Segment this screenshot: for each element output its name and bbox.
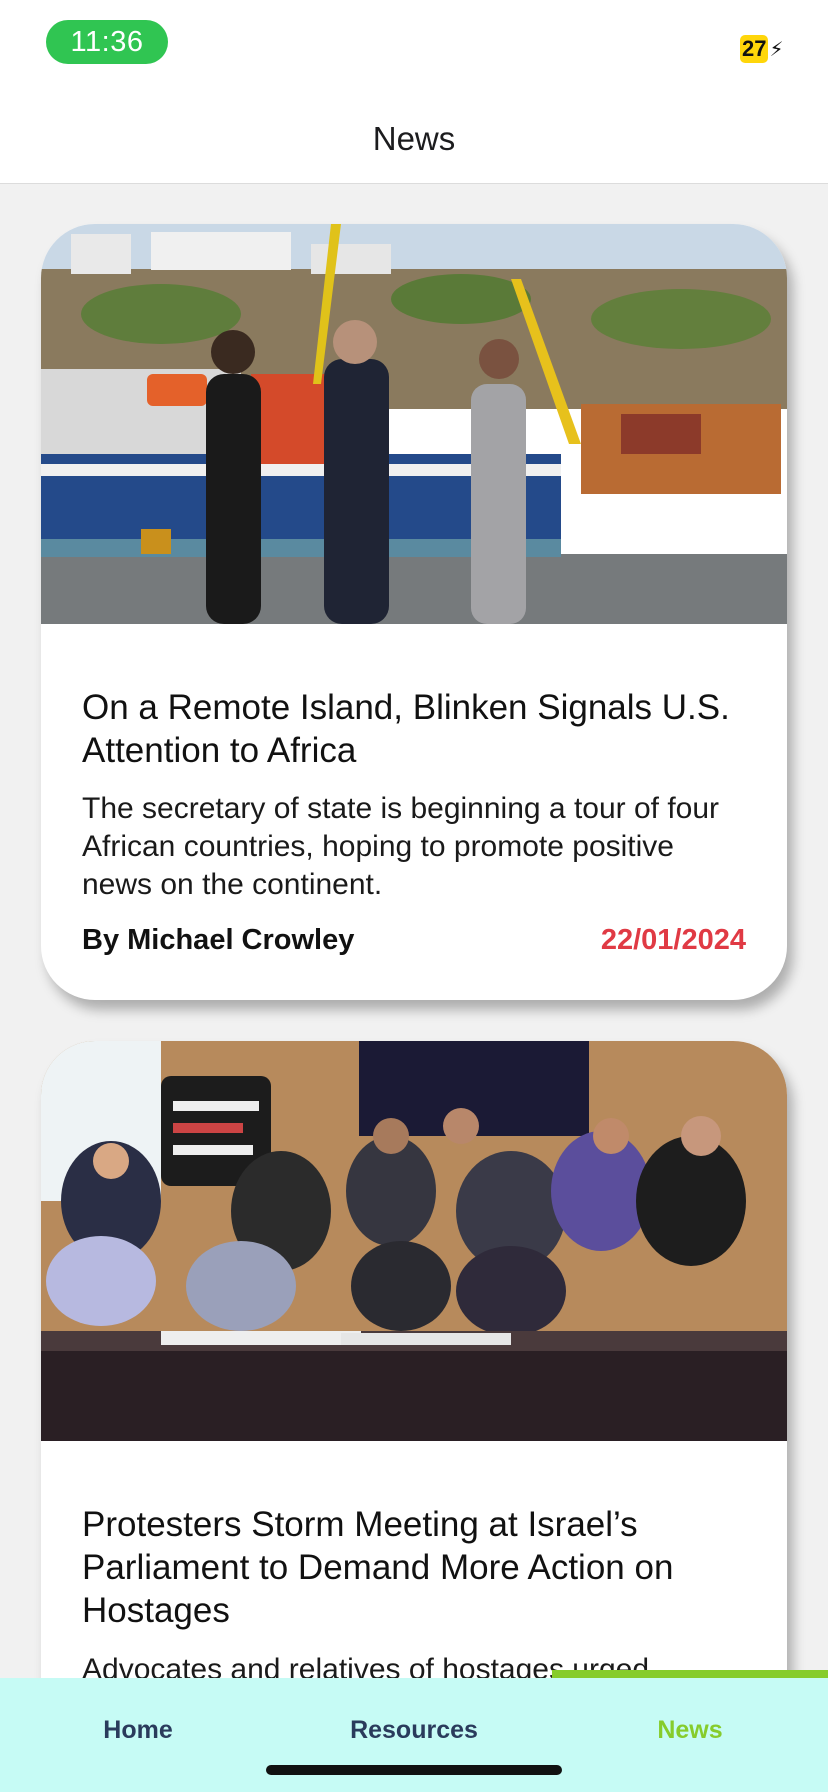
article-description: The secretary of state is beginning a to… — [82, 792, 720, 901]
page-title: News — [372, 120, 456, 157]
tab-news[interactable]: News — [552, 1716, 828, 1745]
article-title[interactable]: Protesters Storm Meeting at Israel’s Par… — [82, 1503, 752, 1632]
top-bar: 11:36 27 ⚡ News — [0, 0, 828, 184]
tab-home[interactable]: Home — [0, 1716, 276, 1745]
active-tab-indicator — [552, 1670, 828, 1678]
tab-resources[interactable]: Resources — [276, 1716, 552, 1745]
battery-level: 27 — [740, 35, 769, 63]
article-title[interactable]: On a Remote Island, Blinken Signals U.S.… — [82, 686, 752, 772]
article-image — [41, 1041, 787, 1441]
article-author: By Michael Crowley — [82, 924, 355, 956]
bolt-icon: ⚡ — [769, 38, 784, 61]
home-indicator[interactable] — [266, 1765, 562, 1775]
status-time: 11:36 — [46, 20, 168, 64]
news-card[interactable]: On a Remote Island, Blinken Signals U.S.… — [41, 224, 787, 1000]
article-date: 22/01/2024 — [600, 924, 746, 956]
article-image — [41, 224, 787, 624]
battery-indicator: 27 ⚡ — [740, 34, 784, 64]
